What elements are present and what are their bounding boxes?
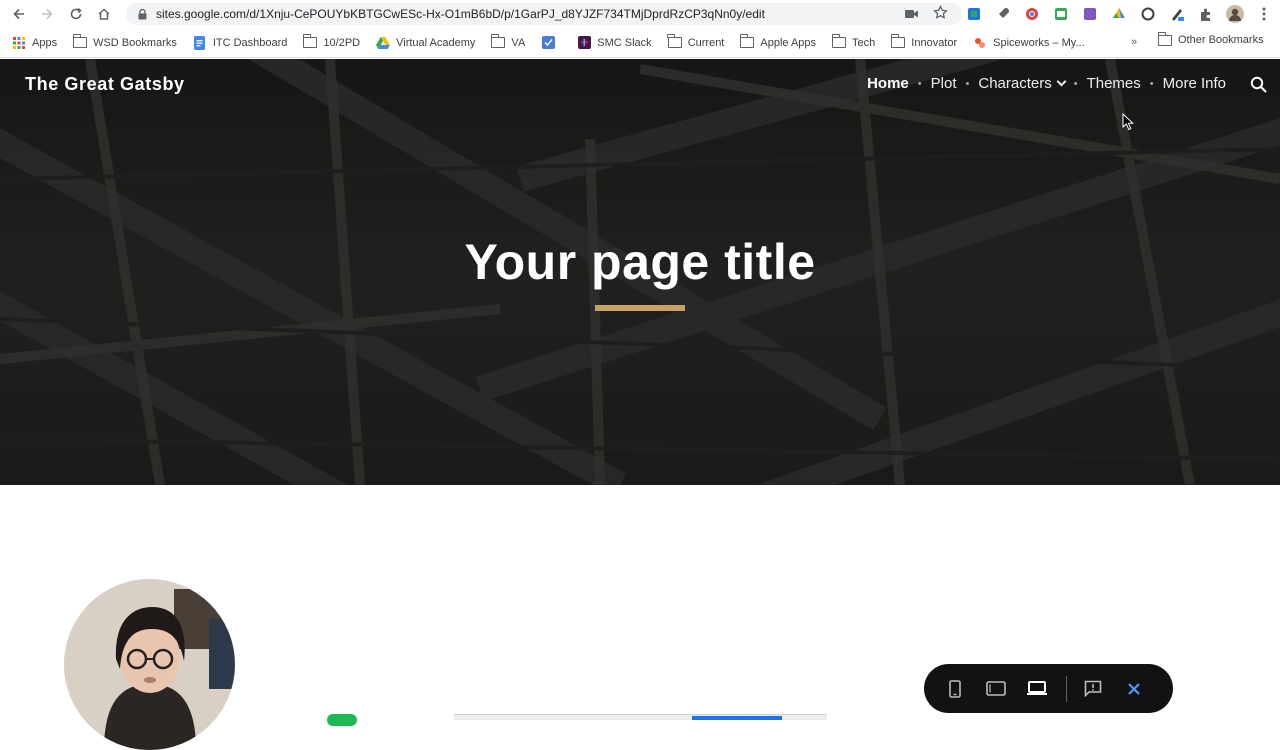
more-bookmarks-chevron[interactable]: » (1131, 36, 1137, 48)
profile-avatar-icon[interactable] (1225, 4, 1245, 24)
nav-characters[interactable]: Characters (978, 75, 1067, 92)
tasks-icon (541, 36, 555, 49)
bookmark-itc-dashboard[interactable]: ITC Dashboard (193, 35, 288, 50)
extension-icon[interactable] (964, 4, 984, 24)
browser-toolbar: sites.google.com/d/1Xnju-CePOUYbKBTGCwES… (0, 0, 1280, 28)
folder-icon (890, 34, 906, 49)
recording-indicator (327, 714, 357, 726)
rocket-extension-icon[interactable] (993, 4, 1013, 24)
bookmark-label: SMC Slack (597, 36, 652, 49)
divider (1065, 675, 1067, 702)
page-title[interactable]: Your page title (0, 233, 1280, 291)
address-bar[interactable]: sites.google.com/d/1Xnju-CePOUYbKBTGCwES… (126, 3, 962, 25)
chrome-extension-icon[interactable] (1022, 4, 1042, 24)
nav-characters-label: Characters (978, 75, 1052, 92)
puzzle-extensions-icon[interactable] (1196, 4, 1216, 24)
bookmark-label: WSD Bookmarks (93, 36, 177, 49)
drive-icon (376, 36, 391, 49)
bookmark-10-2pd[interactable]: 10/2PD (302, 34, 361, 49)
folder-icon (667, 34, 682, 49)
bookmark-innovator[interactable]: Innovator (890, 34, 958, 49)
bookmark-spiceworks[interactable]: Spiceworks – My... (973, 37, 1085, 49)
home-icon[interactable] (90, 0, 118, 28)
folder-icon (490, 34, 506, 49)
hero-header: The Great Gatsby Home • Plot • Character… (0, 59, 1280, 485)
search-icon[interactable] (1250, 76, 1268, 94)
bookmark-label: Apps (32, 36, 58, 49)
bookmark-va[interactable]: VA (490, 34, 526, 49)
desktop-preview-icon[interactable] (1020, 672, 1053, 706)
browser-menu-icon[interactable] (1254, 4, 1274, 24)
forward-icon[interactable] (33, 0, 61, 28)
bookmark-star-icon[interactable] (933, 4, 948, 25)
sheets-extension-icon[interactable] (1051, 4, 1071, 24)
drive-extension-icon[interactable] (1109, 4, 1129, 24)
reload-icon[interactable] (62, 0, 90, 28)
webcam-overlay (64, 579, 235, 750)
bookmark-label: Innovator (911, 36, 958, 49)
bookmark-apps[interactable]: Apps (12, 36, 58, 49)
bookmark-label: Spiceworks – My... (993, 36, 1085, 49)
other-bookmarks[interactable]: Other Bookmarks (1157, 31, 1264, 46)
bookmark-label: Current (687, 36, 725, 49)
folder-icon (831, 34, 847, 49)
editor-active-indicator (692, 716, 782, 720)
circle-extension-icon[interactable] (1138, 4, 1158, 24)
apps-grid-icon (12, 36, 26, 49)
bookmarks-bar: Apps WSD Bookmarks ITC Dashboard 10/2PD … (0, 28, 1280, 58)
spiceworks-icon (973, 37, 987, 49)
presenter-video-image (64, 579, 235, 750)
bookmark-label: Apple Apps (760, 36, 817, 49)
title-underline (595, 305, 685, 311)
bookmark-label: Tech (852, 36, 876, 49)
lock-icon (136, 8, 148, 20)
bookmark-current[interactable]: Current (667, 34, 725, 49)
device-preview-bar (924, 664, 1173, 713)
back-icon[interactable] (5, 0, 33, 28)
folder-icon (739, 34, 755, 49)
bookmark-apple-apps[interactable]: Apple Apps (739, 34, 817, 49)
chevron-down-icon (1056, 76, 1067, 87)
bookmark-label: Virtual Academy (396, 36, 476, 49)
bookmark-wsd-bookmarks[interactable]: WSD Bookmarks (72, 34, 177, 49)
pen-extension-icon[interactable] (1167, 4, 1187, 24)
site-nav: Home • Plot • Characters • Themes • More… (867, 75, 1226, 92)
close-icon[interactable] (1118, 672, 1151, 706)
folder-icon (72, 34, 88, 49)
camera-icon[interactable] (905, 7, 919, 25)
nav-home[interactable]: Home (867, 75, 909, 92)
site-title[interactable]: The Great Gatsby (25, 74, 185, 95)
docs-icon (193, 35, 207, 50)
bookmark-tech[interactable]: Tech (831, 34, 876, 49)
folder-icon (1157, 31, 1172, 46)
bookmark-tasks[interactable] (541, 36, 561, 49)
phone-preview-icon[interactable] (938, 672, 971, 706)
nav-more-info[interactable]: More Info (1163, 75, 1226, 92)
folder-icon (302, 34, 318, 49)
slack-icon (577, 36, 591, 49)
url-text: sites.google.com/d/1Xnju-CePOUYbKBTGCwES… (156, 7, 765, 21)
purple-extension-icon[interactable] (1080, 4, 1100, 24)
tablet-preview-icon[interactable] (979, 672, 1012, 706)
bookmark-label: ITC Dashboard (212, 36, 288, 49)
bookmark-label: VA (511, 36, 526, 49)
nav-separator: • (1073, 77, 1078, 90)
bookmark-virtual-academy[interactable]: Virtual Academy (376, 36, 476, 49)
bookmark-label: Other Bookmarks (1178, 34, 1264, 46)
nav-themes[interactable]: Themes (1087, 75, 1141, 92)
nav-separator: • (917, 77, 922, 90)
mouse-cursor-icon (1122, 112, 1135, 136)
nav-separator: • (965, 77, 970, 90)
report-abuse-icon[interactable] (1077, 672, 1110, 706)
nav-plot[interactable]: Plot (931, 75, 957, 92)
bookmark-smc-slack[interactable]: SMC Slack (577, 36, 652, 49)
bookmark-label: 10/2PD (323, 36, 361, 49)
nav-separator: • (1149, 77, 1154, 90)
